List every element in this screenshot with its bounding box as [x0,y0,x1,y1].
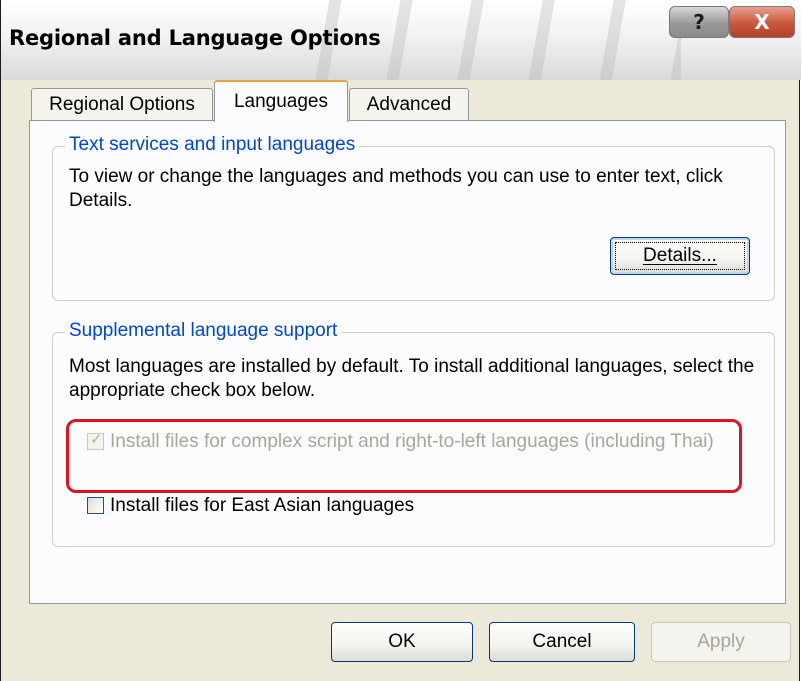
east-asian-label: Install files for East Asian languages [110,495,415,516]
title-bar[interactable]: Regional and Language Options ? X [1,0,801,80]
details-button[interactable]: Details... [610,237,750,275]
help-button[interactable]: ? [669,6,729,38]
text-services-legend: Text services and input languages [65,134,360,156]
supplemental-description: Most languages are installed by default.… [69,356,755,401]
east-asian-checkbox[interactable] [87,497,104,514]
cancel-button[interactable]: Cancel [489,622,635,662]
close-icon: X [754,10,770,34]
text-services-description: To view or change the languages and meth… [69,166,723,211]
supplemental-group: Supplemental language support Most langu… [52,320,775,547]
complex-script-option[interactable]: ✓ Install files for complex script and r… [87,430,747,454]
complex-script-label: Install files for complex script and rig… [110,431,714,452]
supplemental-legend: Supplemental language support [65,320,342,342]
text-services-group: Text services and input languages To vie… [52,134,775,301]
cancel-button-label: Cancel [532,631,592,652]
ok-button-label: OK [388,631,416,652]
tab-regional-options[interactable]: Regional Options [31,88,213,120]
east-asian-option[interactable]: Install files for East Asian languages [87,494,747,518]
regional-language-dialog: Regional and Language Options ? X Region… [0,0,801,681]
ok-button[interactable]: OK [331,622,473,662]
checkmark-icon: ✓ [90,430,103,448]
tab-advanced[interactable]: Advanced [349,88,469,120]
apply-button[interactable]: Apply [651,622,791,662]
focus-rectangle [615,242,745,270]
tab-languages[interactable]: Languages [214,80,348,122]
close-button[interactable]: X [729,6,795,38]
complex-script-checkbox[interactable]: ✓ [87,430,104,450]
apply-button-label: Apply [697,631,745,652]
help-icon: ? [693,10,705,34]
languages-tab-panel: Text services and input languages To vie… [29,120,786,604]
window-title: Regional and Language Options [9,26,381,50]
